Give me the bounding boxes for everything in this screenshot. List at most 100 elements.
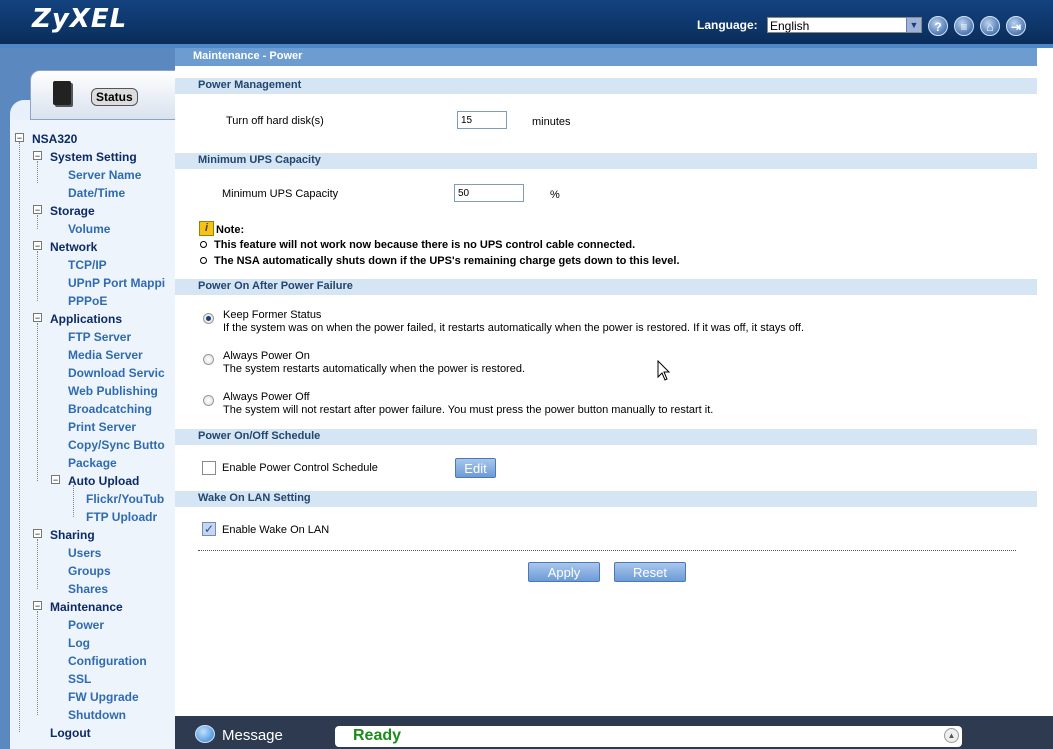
section-minimum-ups: Minimum UPS Capacity bbox=[175, 153, 1037, 169]
tree-network[interactable]: Network bbox=[50, 240, 97, 254]
reset-button[interactable]: Reset bbox=[614, 562, 686, 582]
message-box: Ready ▲ bbox=[335, 726, 962, 747]
percent-unit: % bbox=[550, 189, 560, 201]
collapse-icon[interactable]: − bbox=[33, 601, 42, 611]
tree-item-fw-upgrade[interactable]: FW Upgrade bbox=[68, 690, 139, 704]
tree-item-flickr-youtube[interactable]: Flickr/YouTub bbox=[86, 492, 164, 506]
tree-item-shares[interactable]: Shares bbox=[68, 582, 108, 596]
collapse-icon[interactable]: − bbox=[15, 133, 24, 143]
enable-wake-on-lan-label: Enable Wake On LAN bbox=[222, 524, 330, 536]
option-always-power-off-desc: The system will not restart after power … bbox=[223, 404, 714, 416]
tree-item-tcp-ip[interactable]: TCP/IP bbox=[68, 258, 107, 272]
header-bar: ZyXEL Language: English ▼ ? ≡ ⌂ ⇥ bbox=[0, 0, 1053, 44]
status-tab[interactable]: Status bbox=[30, 70, 175, 120]
section-power-schedule: Power On/Off Schedule bbox=[175, 429, 1037, 445]
tree-item-log[interactable]: Log bbox=[68, 636, 90, 650]
message-label: Message bbox=[222, 727, 283, 744]
tree-sharing[interactable]: Sharing bbox=[50, 528, 95, 542]
tree-item-ftp-server[interactable]: FTP Server bbox=[68, 330, 131, 344]
tree-applications[interactable]: Applications bbox=[50, 312, 122, 326]
divider bbox=[198, 550, 1016, 551]
tree-item-web-publishing[interactable]: Web Publishing bbox=[68, 384, 158, 398]
minutes-unit: minutes bbox=[532, 116, 571, 128]
collapse-icon[interactable]: − bbox=[33, 529, 42, 539]
tree-root-nsa320[interactable]: NSA320 bbox=[32, 132, 77, 146]
tree-item-groups[interactable]: Groups bbox=[68, 564, 111, 578]
collapse-icon[interactable]: − bbox=[51, 475, 60, 485]
radio-keep-former-status[interactable] bbox=[203, 313, 214, 324]
info-icon: i bbox=[199, 221, 214, 236]
navigation-tree: − NSA320 − System Setting Server Name Da… bbox=[10, 120, 175, 749]
hdd-off-label: Turn off hard disk(s) bbox=[226, 115, 324, 127]
tree-item-users[interactable]: Users bbox=[68, 546, 101, 560]
edit-schedule-button[interactable]: Edit bbox=[455, 458, 496, 478]
tree-storage[interactable]: Storage bbox=[50, 204, 95, 218]
ups-capacity-input[interactable] bbox=[454, 184, 524, 202]
note-title: Note: bbox=[216, 224, 245, 236]
collapse-icon[interactable]: − bbox=[33, 313, 42, 323]
tree-item-date-time[interactable]: Date/Time bbox=[68, 186, 125, 200]
section-title: Power On/Off Schedule bbox=[198, 430, 321, 442]
home-icon[interactable]: ⌂ bbox=[980, 16, 1000, 36]
collapse-icon[interactable]: − bbox=[33, 241, 42, 251]
page-title-bar: Maintenance - Power bbox=[175, 48, 1037, 66]
section-power-management: Power Management bbox=[175, 78, 1037, 94]
tree-item-ftp-uploadr[interactable]: FTP Uploadr bbox=[86, 510, 157, 524]
option-keep-former-status-desc: If the system was on when the power fail… bbox=[223, 322, 805, 334]
zyxel-logo: ZyXEL bbox=[32, 4, 128, 34]
enable-power-schedule-checkbox[interactable] bbox=[202, 461, 216, 475]
option-always-power-off-label: Always Power Off bbox=[223, 391, 310, 403]
tree-item-media-server[interactable]: Media Server bbox=[68, 348, 143, 362]
tree-item-server-name[interactable]: Server Name bbox=[68, 168, 141, 182]
apply-button[interactable]: Apply bbox=[528, 562, 600, 582]
tree-item-ssl[interactable]: SSL bbox=[68, 672, 91, 686]
tree-maintenance[interactable]: Maintenance bbox=[50, 600, 123, 614]
section-title: Power On After Power Failure bbox=[198, 280, 353, 292]
tree-auto-upload[interactable]: Auto Upload bbox=[68, 474, 139, 488]
tree-logout[interactable]: Logout bbox=[50, 726, 91, 740]
section-wake-on-lan: Wake On LAN Setting bbox=[175, 491, 1037, 507]
section-title: Wake On LAN Setting bbox=[198, 492, 311, 504]
tree-item-download-service[interactable]: Download Servic bbox=[68, 366, 165, 380]
tree-item-copy-sync[interactable]: Copy/Sync Butto bbox=[68, 438, 165, 452]
section-title: Power Management bbox=[198, 79, 302, 91]
message-icon bbox=[195, 725, 215, 743]
language-value: English bbox=[770, 19, 810, 33]
tree-item-configuration[interactable]: Configuration bbox=[68, 654, 147, 668]
tree-item-pppoe[interactable]: PPPoE bbox=[68, 294, 107, 308]
tree-item-broadcatching[interactable]: Broadcatching bbox=[68, 402, 152, 416]
option-always-power-on-label: Always Power On bbox=[223, 350, 310, 362]
bullet-icon bbox=[200, 241, 207, 248]
sitemap-icon[interactable]: ≡ bbox=[954, 16, 974, 36]
radio-always-power-on[interactable] bbox=[203, 354, 214, 365]
enable-wake-on-lan-checkbox[interactable]: ✓ bbox=[202, 522, 216, 536]
logout-icon[interactable]: ⇥ bbox=[1006, 16, 1026, 36]
collapse-icon[interactable]: − bbox=[33, 151, 42, 161]
mouse-cursor-icon bbox=[657, 360, 671, 381]
tree-item-power[interactable]: Power bbox=[68, 618, 104, 632]
hdd-off-minutes-input[interactable] bbox=[457, 111, 507, 129]
tree-item-shutdown[interactable]: Shutdown bbox=[68, 708, 126, 722]
tree-item-print-server[interactable]: Print Server bbox=[68, 420, 136, 434]
chevron-down-icon[interactable]: ▼ bbox=[906, 18, 921, 32]
main-content: Maintenance - Power Power Management Tur… bbox=[175, 48, 1053, 716]
message-bar: Message Ready ▲ bbox=[175, 716, 1053, 749]
tree-item-upnp[interactable]: UPnP Port Mappi bbox=[68, 276, 165, 290]
option-always-power-on-desc: The system restarts automatically when t… bbox=[223, 363, 526, 375]
help-icon[interactable]: ? bbox=[928, 16, 948, 36]
enable-power-schedule-label: Enable Power Control Schedule bbox=[222, 462, 378, 474]
collapse-icon[interactable]: − bbox=[33, 205, 42, 215]
ups-capacity-label: Minimum UPS Capacity bbox=[222, 188, 339, 200]
note-line-1: This feature will not work now because t… bbox=[214, 239, 636, 251]
language-select[interactable]: English ▼ bbox=[767, 17, 922, 33]
note-line-2: The NSA automatically shuts down if the … bbox=[214, 255, 680, 267]
section-title: Minimum UPS Capacity bbox=[198, 154, 321, 166]
section-power-on-after-failure: Power On After Power Failure bbox=[175, 279, 1037, 295]
nas-device-icon bbox=[53, 81, 71, 105]
tree-item-volume[interactable]: Volume bbox=[68, 222, 110, 236]
expand-up-icon[interactable]: ▲ bbox=[944, 728, 959, 743]
tree-system-setting[interactable]: System Setting bbox=[50, 150, 137, 164]
radio-always-power-off[interactable] bbox=[203, 395, 214, 406]
tree-item-package[interactable]: Package bbox=[68, 456, 117, 470]
option-keep-former-status-label: Keep Former Status bbox=[223, 309, 322, 321]
